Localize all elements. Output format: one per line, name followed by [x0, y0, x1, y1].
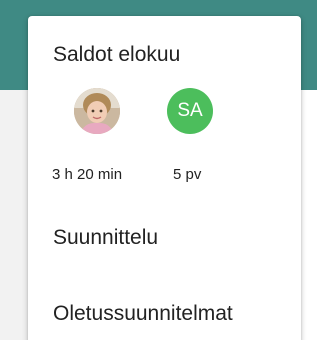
- balances-title: Saldot elokuu: [53, 43, 181, 66]
- menu-item-oletussuunnitelmat[interactable]: Oletussuunnitelmat: [53, 303, 233, 324]
- background-panel: [301, 90, 317, 340]
- dropdown-menu: Saldot elokuu SA 3 h 20 min 5 pv Suunnit…: [28, 16, 301, 340]
- balance-days: 5 pv: [173, 166, 202, 183]
- child-photo-avatar[interactable]: [74, 88, 120, 134]
- menu-item-suunnittelu[interactable]: Suunnittelu: [53, 227, 158, 248]
- balance-hours: 3 h 20 min: [52, 166, 123, 183]
- app-page: Saldot elokuu SA 3 h 20 min 5 pv Suunnit…: [0, 0, 317, 340]
- child-photo-icon: [74, 88, 120, 134]
- initials-avatar[interactable]: SA: [167, 88, 213, 134]
